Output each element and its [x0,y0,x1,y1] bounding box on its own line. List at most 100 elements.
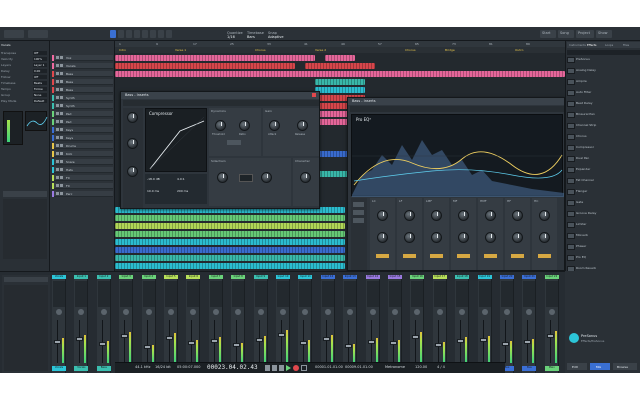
browser-tab[interactable]: Files [623,43,629,47]
pan-knob[interactable] [257,309,264,315]
browser-search-input[interactable] [567,50,640,55]
inspector-row-value[interactable]: None [33,93,47,97]
volume-fader[interactable] [390,341,397,345]
bend-tool-icon[interactable] [158,30,164,38]
solo-button[interactable] [60,56,63,59]
insert-slots[interactable] [142,281,155,307]
mute-button[interactable] [56,152,59,155]
inspector-row-value[interactable]: 100% [33,57,47,61]
pan-knob[interactable] [302,309,309,315]
volume-fader[interactable] [300,341,308,345]
tempo-value[interactable]: 120.00 [415,365,427,369]
loop-start[interactable]: 00001.01.01.00 [315,365,343,369]
browser-item[interactable]: Groove Delay [576,211,638,217]
volume-fader[interactable] [121,334,129,338]
pan-knob[interactable] [347,309,354,315]
song-button[interactable]: Song [558,30,574,38]
filter-shape-icon[interactable] [239,174,253,182]
browser-item[interactable]: Analog Delay [576,68,638,74]
channel-name[interactable]: Input 14 [365,275,380,279]
solo-button[interactable] [60,168,63,171]
input-knob[interactable] [127,112,138,123]
attack-knob[interactable] [269,120,280,131]
track-header[interactable]: Bass [52,79,113,85]
timebase-value[interactable]: Bars [247,35,255,39]
insert-slots[interactable] [120,281,133,307]
insert-slots[interactable] [433,281,446,307]
solo-button[interactable] [60,120,63,123]
insert-slots[interactable] [523,281,536,307]
insert-slots[interactable] [545,281,558,307]
freq-knob[interactable] [458,232,469,243]
solo-button[interactable] [60,144,63,147]
marker-label[interactable]: Bridge [445,48,455,52]
mixer-section-header[interactable] [4,277,48,282]
forward-icon[interactable] [272,365,277,371]
mute-button[interactable] [56,112,59,115]
audio-event[interactable] [115,231,345,237]
channel-name[interactable]: Input 16 [410,275,425,279]
volume-fader[interactable] [210,339,218,343]
insert-slots[interactable] [232,281,245,307]
output-knob[interactable] [300,172,311,183]
solo-button[interactable] [60,80,63,83]
browser-item[interactable]: Ampire [576,79,638,85]
volume-fader[interactable] [546,334,554,338]
range-tool-icon[interactable] [118,30,124,38]
pan-knob[interactable] [280,309,286,315]
volume-fader[interactable] [166,336,173,340]
pan-knob[interactable] [168,309,174,315]
release-knob[interactable] [297,120,308,131]
mute-button[interactable] [56,80,59,83]
band-enable-button[interactable] [538,254,551,258]
plugin-title-bar[interactable]: Bass - Inserts [121,92,319,99]
marker-label[interactable]: Verse 2 [315,48,326,52]
arrow-tool-button[interactable] [28,30,48,38]
insert-slots[interactable] [411,281,424,307]
browser-item[interactable]: Mixverb [576,233,638,239]
mute-button[interactable] [56,128,59,131]
volume-fader[interactable] [233,343,241,347]
inspector-row-value[interactable]: Default [33,99,47,103]
plugin-preset-bar[interactable] [350,106,564,112]
pencil-tool-icon[interactable] [142,30,148,38]
mute-button[interactable] [56,88,59,91]
volume-fader[interactable] [502,342,509,346]
audio-event[interactable] [315,79,365,85]
band-enable-button[interactable] [484,254,497,258]
solo-button[interactable] [60,184,63,187]
insert-slots[interactable] [344,281,357,307]
volume-fader[interactable] [188,341,196,345]
insert-slots[interactable] [97,281,110,307]
track-header[interactable]: Keys [52,127,113,133]
solo-button[interactable] [60,72,63,75]
insert-slots[interactable] [75,281,88,307]
project-button[interactable]: Project [576,30,594,38]
band-enable-button[interactable] [430,254,443,258]
mute-button[interactable] [56,136,59,139]
browser-item[interactable]: Flanger [576,189,638,195]
split-tool-icon[interactable] [126,30,132,38]
pan-knob[interactable] [56,309,62,315]
ratio-knob[interactable] [239,120,250,131]
insert-slots[interactable] [366,281,379,307]
channel-name[interactable]: Input 18 [455,275,470,279]
pan-knob[interactable] [123,309,130,315]
main-time-display[interactable]: 00023.04.02.43 [207,364,258,371]
audio-event[interactable] [115,263,345,269]
gain-knob[interactable] [404,210,415,221]
volume-fader[interactable] [524,340,532,344]
stop-icon[interactable] [279,365,284,371]
browser-item[interactable]: Pro EQ [576,255,638,261]
marker-label[interactable]: Chorus [255,48,266,52]
track-header[interactable]: Bass [52,71,113,77]
audio-event[interactable] [305,63,375,69]
channel-name[interactable]: Input 6 [186,275,201,279]
inspector-section-header[interactable] [3,191,47,197]
channel-name[interactable]: Input 10 [276,275,290,279]
pan-knob[interactable] [436,309,443,315]
band-toggle-button[interactable] [353,210,364,215]
insert-slots[interactable] [321,281,334,307]
band-enable-button[interactable] [403,254,416,258]
freq-knob[interactable] [431,232,442,243]
